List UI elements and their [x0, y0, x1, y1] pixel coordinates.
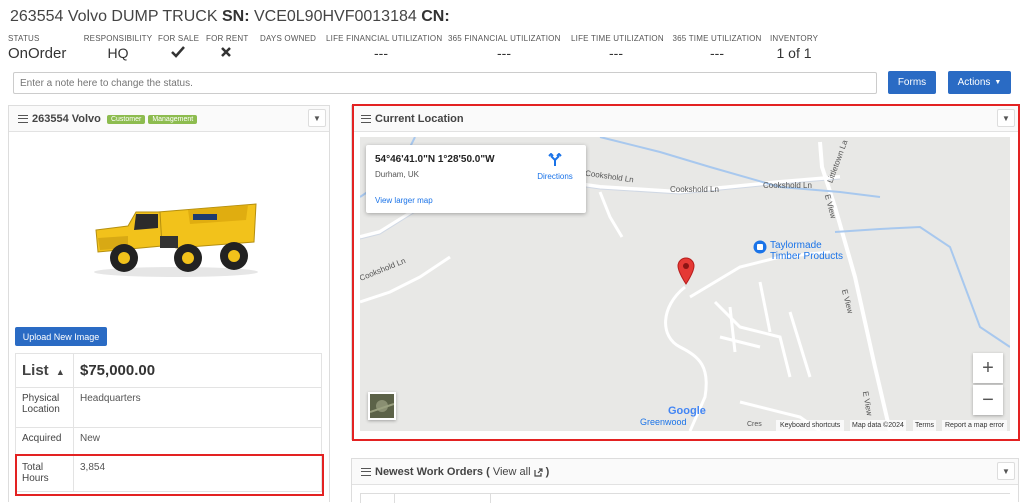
work-orders-header: Newest Work Orders ( View all ) ▼	[352, 459, 1018, 485]
total-hours-highlight	[15, 454, 324, 496]
external-link-icon[interactable]	[533, 467, 543, 477]
stat-for-rent: FOR RENT	[206, 34, 248, 61]
asset-name: 263554 Volvo DUMP TRUCK	[10, 8, 218, 25]
stat-inventory: INVENTORY 1 of 1	[770, 34, 819, 61]
stat-life-financial: LIFE FINANCIAL UTILIZATION ---	[326, 34, 443, 61]
caret-up-icon: ▲	[55, 367, 65, 377]
stat-life-time: LIFE TIME UTILIZATION ---	[571, 34, 664, 61]
list-price-toggle[interactable]: List ▲	[15, 353, 74, 388]
work-orders-title: Newest Work Orders	[375, 466, 484, 478]
x-icon	[206, 45, 246, 61]
price-row: List ▲ $75,000.00	[15, 353, 322, 388]
menu-icon[interactable]	[18, 115, 28, 124]
collapse-icon[interactable]: ▼	[997, 462, 1015, 480]
upload-image-button[interactable]: Upload New Image	[15, 327, 107, 346]
stat-365-time: 365 TIME UTILIZATION ---	[672, 34, 762, 61]
check-icon	[158, 45, 198, 61]
work-orders-panel: Newest Work Orders ( View all ) ▼	[351, 458, 1019, 503]
cn-label: CN:	[421, 8, 450, 25]
location-highlight	[352, 104, 1020, 441]
table-row: Physical Location Headquarters	[15, 387, 322, 428]
stat-days-owned: DAYS OWNED	[260, 34, 317, 43]
stat-status: STATUS OnOrder	[8, 34, 67, 62]
sn-label: SN:	[221, 8, 250, 25]
caret-down-icon: ▼	[994, 79, 1002, 86]
menu-icon[interactable]	[361, 468, 371, 477]
stat-365-financial: 365 FINANCIAL UTILIZATION ---	[448, 34, 561, 61]
list-price: $75,000.00	[73, 353, 322, 388]
dump-truck-image	[94, 203, 258, 277]
forms-button[interactable]: Forms	[888, 71, 936, 94]
stat-for-sale: FOR SALE	[158, 34, 199, 61]
status-note-input[interactable]	[13, 72, 877, 94]
equipment-panel-header: 263554 Volvo Customer Management ▼	[9, 106, 329, 132]
stat-responsibility: RESPONSIBILITY HQ	[83, 34, 153, 61]
badge-management: Management	[148, 114, 198, 124]
badge-customer: Customer	[106, 114, 146, 124]
view-all-link[interactable]: View all	[493, 466, 531, 478]
sn-value: VCE0L90HVF0013184	[253, 8, 417, 25]
actions-button[interactable]: Actions ▼	[948, 71, 1011, 94]
table-row: Acquired New	[15, 427, 322, 456]
equipment-title: 263554 Volvo	[32, 113, 101, 125]
page-title: 263554 Volvo DUMP TRUCK SN: VCE0L90HVF00…	[10, 8, 450, 26]
collapse-icon[interactable]: ▼	[308, 109, 326, 127]
